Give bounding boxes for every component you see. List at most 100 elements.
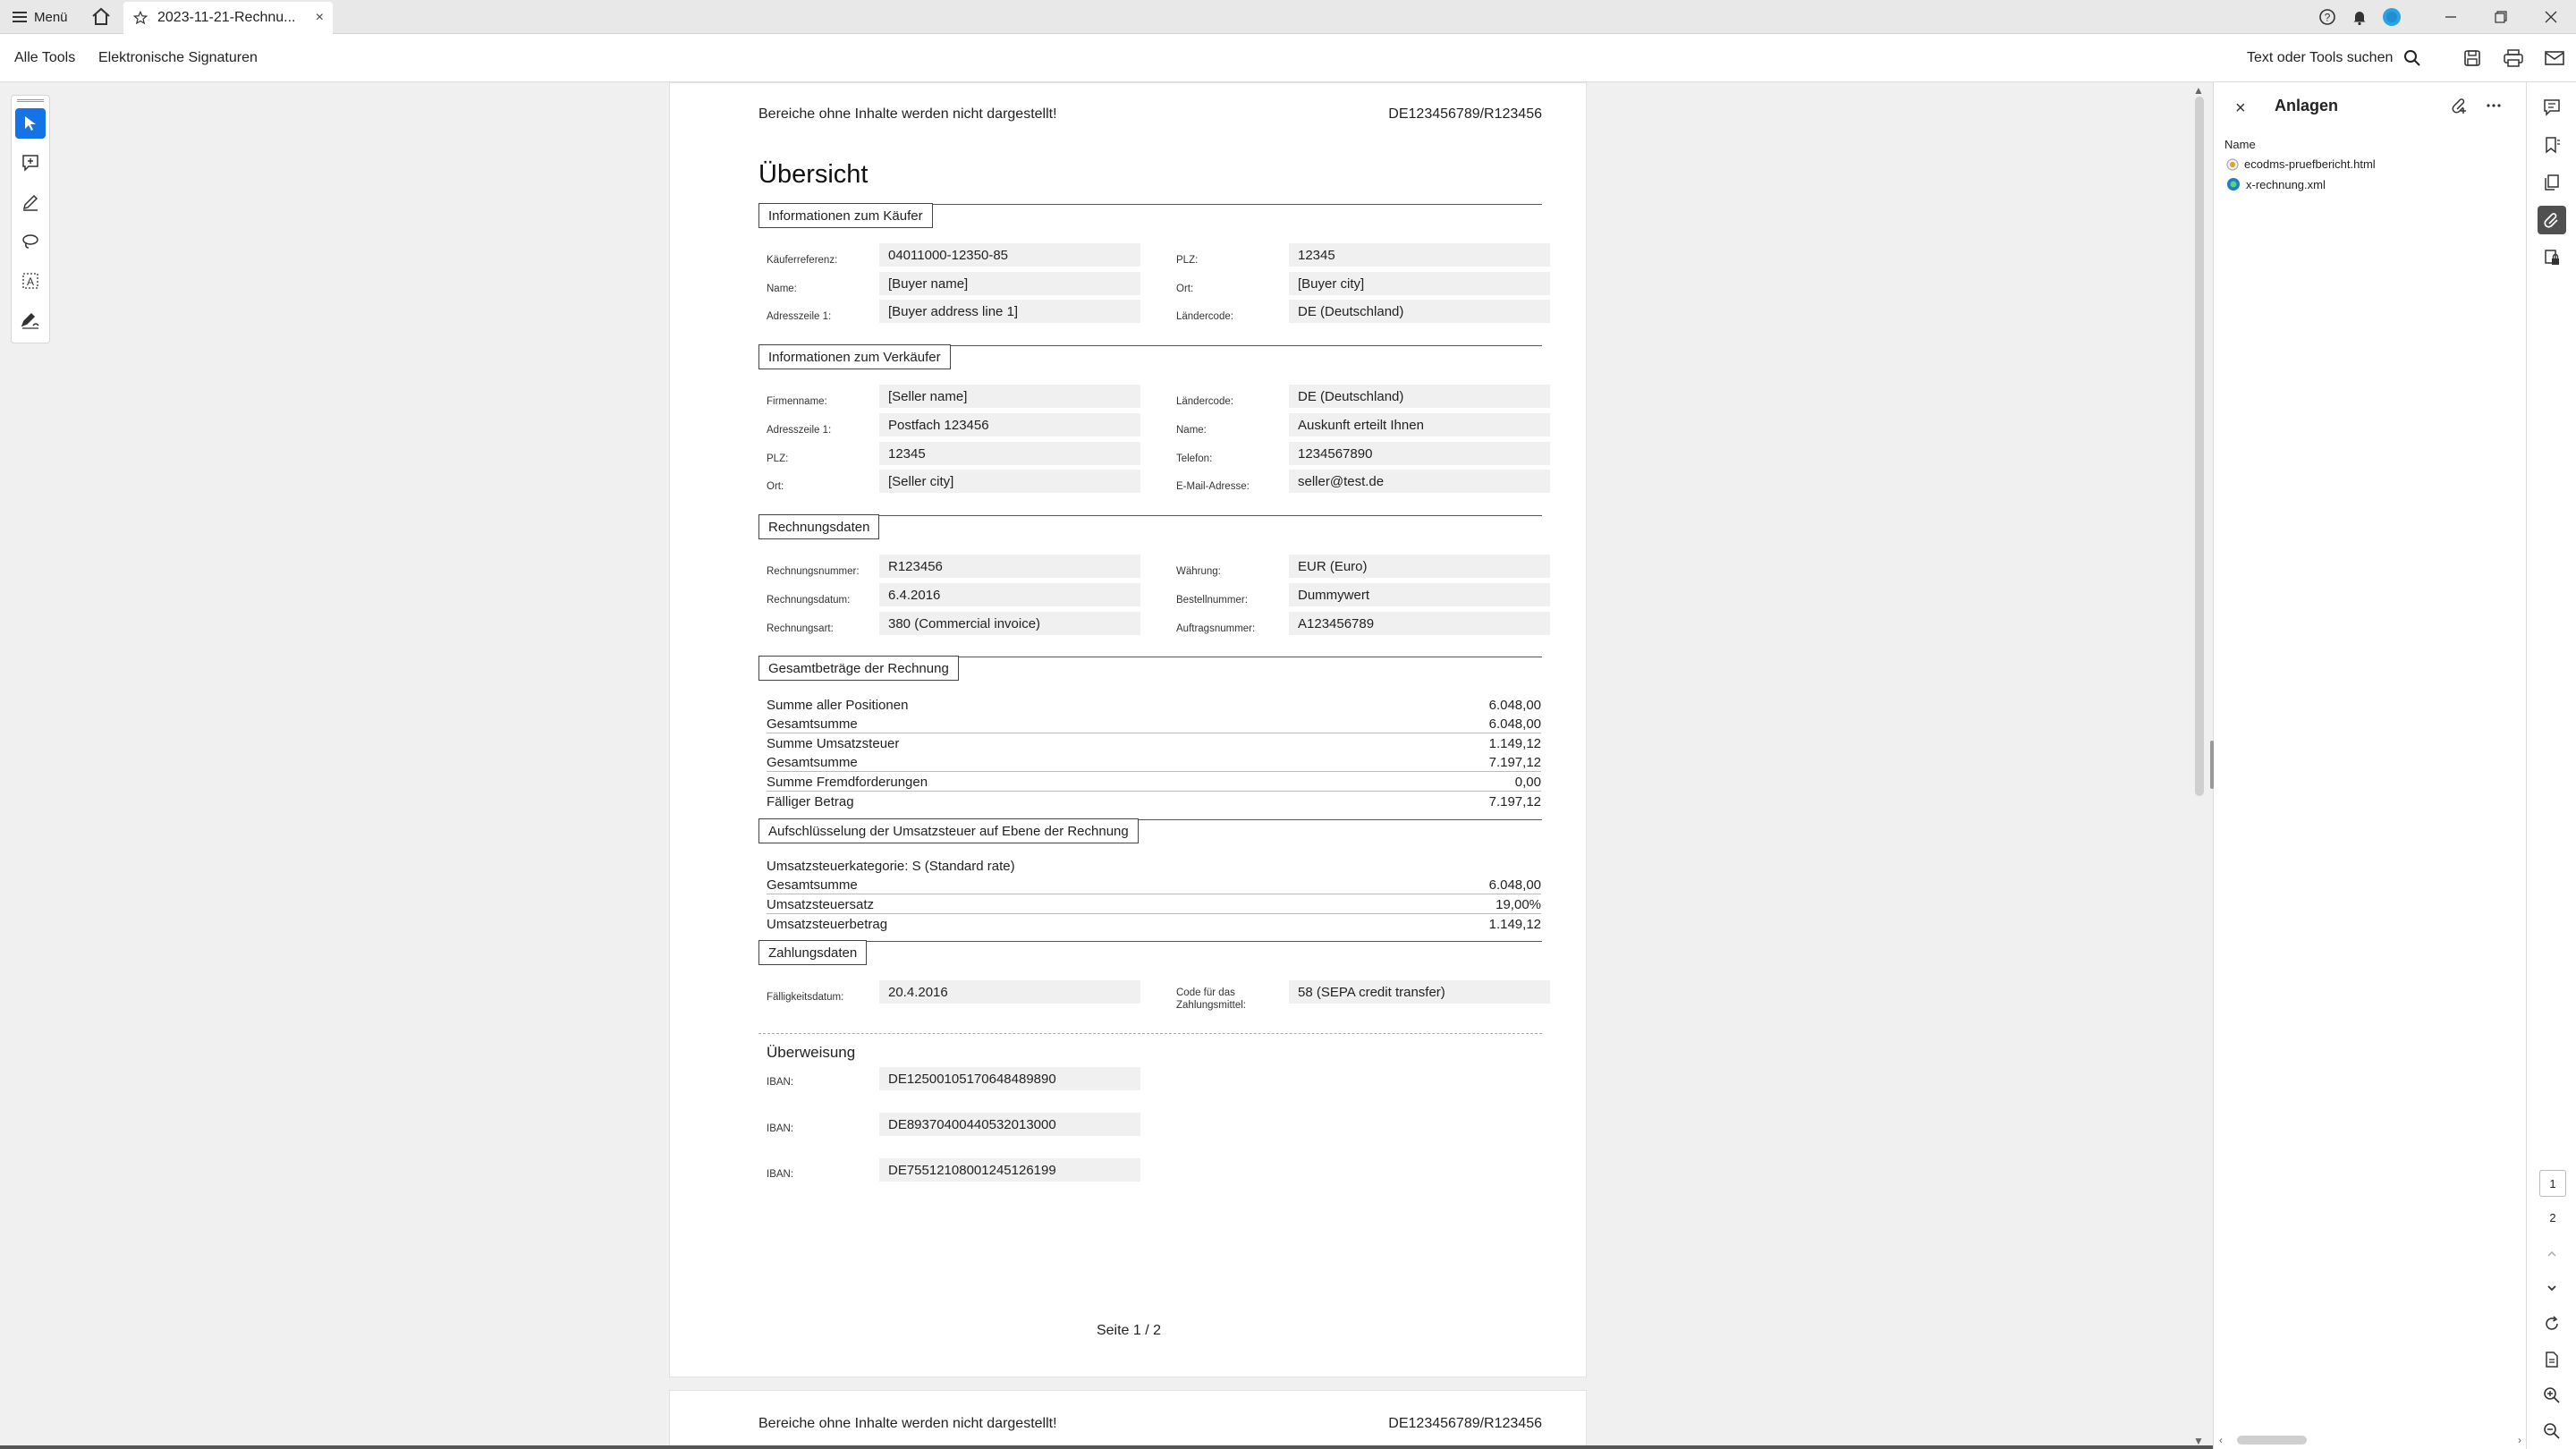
svg-text:?: ?: [2325, 12, 2331, 24]
field-value: [Seller city]: [879, 470, 1140, 493]
zoom-out-button[interactable]: [2538, 1417, 2566, 1445]
comments-panel-button[interactable]: [2538, 93, 2566, 122]
previous-page-button[interactable]: [2538, 1240, 2566, 1268]
star-icon[interactable]: [132, 10, 148, 26]
totals-row: Summe Umsatzsteuer 1.149,12: [767, 734, 1541, 753]
field-value: R123456: [879, 555, 1140, 578]
totals-value: 6.048,00: [1488, 716, 1541, 732]
restore-button[interactable]: [2476, 0, 2526, 34]
document-canvas[interactable]: A Bereiche ohne Inhalte werden nicht dar…: [0, 82, 2213, 1449]
page-display-button[interactable]: [2538, 1345, 2566, 1374]
bell-icon[interactable]: [2343, 0, 2376, 34]
iban-label: IBAN:: [767, 1169, 794, 1180]
field-label: Firmenname:: [767, 396, 827, 407]
quick-tools-bar: A: [11, 95, 50, 343]
rotate-button[interactable]: [2538, 1309, 2566, 1338]
scrollbar-thumb[interactable]: [2195, 97, 2204, 796]
attachment-item[interactable]: ecodms-pruefbericht.html: [2226, 157, 2376, 171]
save-icon[interactable]: [2460, 46, 2485, 71]
field-value: 12345: [879, 442, 1140, 465]
cursor-icon: [25, 116, 36, 131]
all-tools-button[interactable]: Alle Tools: [14, 34, 75, 82]
avatar[interactable]: [2376, 0, 2408, 34]
scrollbar-thumb[interactable]: [2237, 1436, 2307, 1445]
menu-button[interactable]: Menü: [13, 0, 68, 34]
scroll-left-icon[interactable]: ‹: [2219, 1434, 2223, 1446]
search-icon: [2404, 50, 2421, 66]
payment-code-label: Zahlungsmittel:: [1176, 1000, 1246, 1011]
print-icon[interactable]: [2501, 46, 2526, 71]
attachment-item[interactable]: x-rechnung.xml: [2226, 177, 2326, 191]
horizontal-scrollbar[interactable]: ‹ ›: [2214, 1431, 2527, 1449]
next-page-button[interactable]: [2538, 1274, 2566, 1302]
tab-title: 2023-11-21-Rechnu...: [157, 10, 296, 25]
bookmarks-panel-button[interactable]: [2538, 131, 2566, 159]
hamburger-icon: [13, 12, 27, 22]
attachments-panel-button[interactable]: [2538, 206, 2566, 234]
menu-label: Menü: [34, 9, 68, 25]
security-panel-button[interactable]: [2538, 243, 2566, 272]
page-header-note: Bereiche ohne Inhalte werden nicht darge…: [758, 106, 1057, 122]
iban-label: IBAN:: [767, 1077, 794, 1088]
field-label: Ländercode:: [1176, 311, 1233, 322]
help-icon[interactable]: ?: [2311, 0, 2343, 34]
tab-close-button[interactable]: ×: [316, 10, 324, 26]
tab-bar: Menü 2023-11-21-Rechnu... × ?: [0, 0, 2576, 34]
field-value: Postfach 123456: [879, 413, 1140, 436]
panel-close-button[interactable]: ×: [2235, 98, 2246, 119]
vat-category: Umsatzsteuerkategorie: S (Standard rate): [767, 857, 1541, 876]
page-indicator-current[interactable]: 1: [2539, 1170, 2566, 1197]
vat-category-label: Umsatzsteuerkategorie: S (Standard rate): [767, 859, 1015, 874]
field-label: E-Mail-Adresse:: [1176, 481, 1250, 492]
field-label: Adresszeile 1:: [767, 425, 832, 436]
vat-value: 6.048,00: [1488, 877, 1541, 893]
divider: [758, 1033, 1542, 1034]
field-value: seller@test.de: [1289, 470, 1550, 493]
zoom-in-button[interactable]: [2538, 1381, 2566, 1410]
vertical-scrollbar[interactable]: ▲ ▼: [2191, 82, 2207, 1449]
home-button[interactable]: [89, 5, 113, 29]
attachment-name: x-rechnung.xml: [2246, 177, 2326, 191]
column-header-name[interactable]: Name: [2224, 138, 2256, 151]
page-number: Seite 1 / 2: [1096, 1323, 1162, 1338]
field-value: Auskunft erteilt Ihnen: [1289, 413, 1550, 436]
comment-tool-button[interactable]: [15, 148, 46, 178]
html-file-icon: [2226, 158, 2239, 170]
document-tab[interactable]: 2023-11-21-Rechnu... ×: [123, 2, 333, 34]
section-vat-heading: Aufschlüsselung der Umsatzsteuer auf Ebe…: [758, 818, 1139, 843]
totals-label: Gesamtsumme: [767, 754, 858, 770]
totals-label: Gesamtsumme: [767, 716, 858, 732]
field-value: [Buyer name]: [879, 272, 1140, 295]
field-label: Telefon:: [1176, 453, 1213, 464]
zoom-out-icon: [2544, 1423, 2560, 1439]
tool-search-button[interactable]: Text oder Tools suchen: [2247, 34, 2421, 82]
attachment-name: ecodms-pruefbericht.html: [2244, 157, 2376, 171]
close-window-button[interactable]: [2526, 0, 2576, 34]
field-label: Währung:: [1176, 566, 1221, 577]
page-indicator[interactable]: 2: [2539, 1204, 2566, 1231]
vat-label: Umsatzsteuerbetrag: [767, 917, 888, 932]
totals-row: Summe aller Positionen 6.048,00: [767, 696, 1541, 715]
page-header-note: Bereiche ohne Inhalte werden nicht darge…: [758, 1416, 1057, 1431]
scroll-right-icon[interactable]: ›: [2518, 1434, 2521, 1446]
vat-row: Gesamtsumme 6.048,00: [767, 876, 1541, 894]
mail-icon[interactable]: [2542, 46, 2567, 71]
field-label: Ländercode:: [1176, 396, 1233, 407]
pages-panel-button[interactable]: [2538, 168, 2566, 197]
drag-handle[interactable]: [17, 99, 44, 102]
page-title: Übersicht: [758, 160, 869, 189]
minimize-button[interactable]: [2426, 0, 2476, 34]
select-tool-button[interactable]: [15, 108, 46, 139]
add-attachment-icon[interactable]: [2451, 97, 2469, 119]
lasso-tool-button[interactable]: [15, 226, 46, 257]
draw-tool-button[interactable]: [15, 187, 46, 217]
payment-code-label: Code für das: [1176, 987, 1235, 998]
e-signatures-button[interactable]: Elektronische Signaturen: [98, 34, 258, 82]
text-box-tool-button[interactable]: A: [15, 266, 46, 296]
sign-tool-button[interactable]: [15, 305, 46, 335]
panel-resize-handle[interactable]: [2210, 741, 2214, 789]
more-options-icon[interactable]: [2485, 97, 2503, 119]
field-value: 6.4.2016: [879, 583, 1140, 606]
pages-icon: [2545, 174, 2559, 191]
scroll-up-icon[interactable]: ▲: [2193, 84, 2204, 97]
